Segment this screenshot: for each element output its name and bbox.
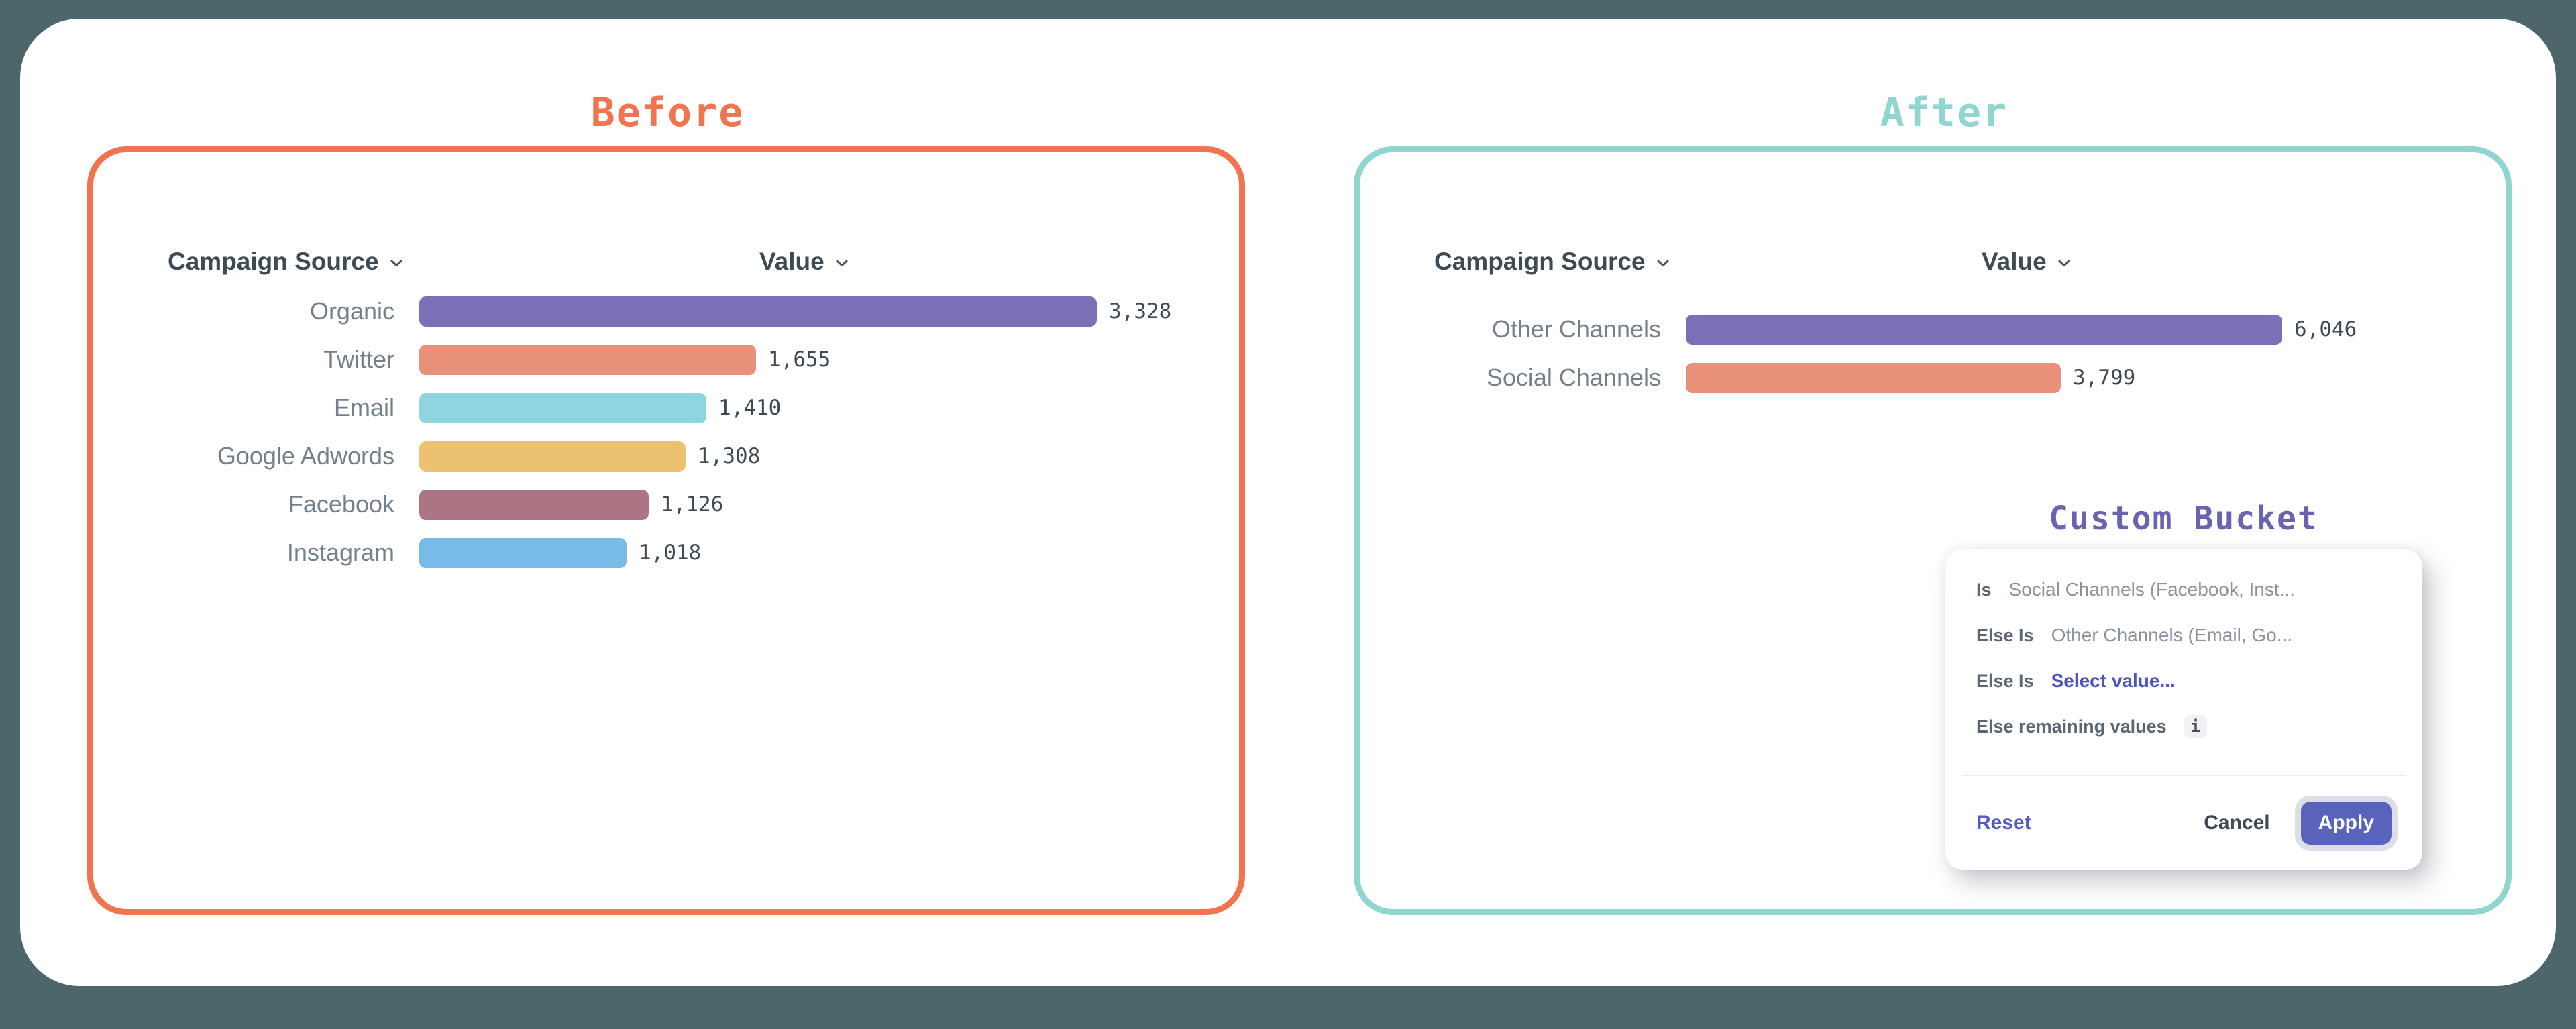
table-row: Facebook 1,126	[93, 480, 1239, 529]
value-bar	[419, 296, 1097, 327]
value-label: 1,126	[661, 492, 723, 517]
column-header-label: Value	[1982, 248, 2047, 276]
row-label: Google Adwords	[93, 442, 394, 470]
rule-keyword: Else Is	[1976, 671, 2034, 692]
row-label: Organic	[93, 297, 394, 325]
cancel-button[interactable]: Cancel	[2204, 812, 2269, 834]
before-title: Before	[591, 89, 745, 136]
table-row: Twitter 1,655	[93, 335, 1239, 384]
column-header-value[interactable]: Value	[759, 246, 851, 277]
value-label: 3,799	[2073, 366, 2135, 390]
rule-value[interactable]: Select value...	[2051, 670, 2176, 692]
row-label: Other Channels	[1360, 315, 1661, 343]
after-title: After	[1880, 89, 2008, 136]
dialog-footer: Reset Cancel Apply	[1962, 775, 2406, 870]
after-table-rows: Other Channels 6,046 Social Channels 3,799	[1360, 305, 2506, 402]
column-header-campaign-source[interactable]: Campaign Source	[168, 246, 406, 277]
reset-button[interactable]: Reset	[1976, 812, 2031, 834]
info-icon[interactable]: i	[2184, 715, 2207, 738]
value-label: 1,410	[718, 396, 781, 420]
value-bar	[419, 393, 706, 423]
bucket-rule-row: Else Is Select value...	[1976, 658, 2404, 704]
chevron-down-icon	[387, 254, 406, 272]
column-header-label: Campaign Source	[1434, 248, 1646, 276]
custom-bucket-dialog: Is Social Channels (Facebook, Inst... Else…	[1945, 549, 2422, 870]
chevron-down-icon	[2055, 254, 2074, 272]
row-label: Instagram	[93, 539, 394, 567]
column-header-campaign-source[interactable]: Campaign Source	[1434, 246, 1672, 277]
value-bar	[419, 490, 649, 520]
app-card: Before After Campaign Source Value Organ…	[20, 19, 2556, 986]
table-row: Google Adwords 1,308	[93, 432, 1239, 480]
custom-bucket-title: Custom Bucket	[2049, 500, 2318, 537]
chevron-down-icon	[1654, 254, 1672, 272]
value-label: 1,655	[768, 347, 830, 372]
canvas: { "colors": { "background": "#4C666C", "…	[0, 0, 2576, 1029]
row-label: Twitter	[93, 345, 394, 374]
value-label: 3,328	[1109, 299, 1171, 323]
before-table-rows: Organic 3,328 Twitter 1,655 Email 1,410 Google…	[93, 287, 1239, 577]
rule-keyword: Else remaining values	[1976, 716, 2167, 737]
table-row: Organic 3,328	[93, 287, 1239, 335]
row-label: Social Channels	[1360, 364, 1661, 392]
table-row: Social Channels 3,799	[1360, 354, 2506, 402]
table-row: Email 1,410	[93, 384, 1239, 432]
value-bar	[419, 538, 627, 568]
apply-button[interactable]: Apply	[2301, 802, 2392, 845]
value-bar	[419, 345, 756, 375]
value-bar	[419, 441, 686, 472]
value-label: 6,046	[2294, 317, 2357, 341]
chevron-down-icon	[833, 254, 851, 272]
row-label: Facebook	[93, 490, 394, 519]
value-label: 1,308	[698, 444, 760, 468]
value-bar	[1686, 315, 2282, 345]
table-row: Other Channels 6,046	[1360, 305, 2506, 354]
bucket-rules-list: Is Social Channels (Facebook, Inst... Else…	[1976, 567, 2404, 749]
bucket-rule-row: Is Social Channels (Facebook, Inst...	[1976, 567, 2404, 612]
table-row: Instagram 1,018	[93, 529, 1239, 577]
column-header-value[interactable]: Value	[1982, 246, 2074, 277]
rule-value[interactable]: Social Channels (Facebook, Inst...	[2009, 579, 2295, 600]
row-label: Email	[93, 394, 394, 422]
value-label: 1,018	[639, 541, 701, 565]
column-header-label: Value	[759, 248, 824, 276]
value-bar	[1686, 363, 2061, 393]
bucket-rule-row: Else Is Other Channels (Email, Go...	[1976, 612, 2404, 658]
bucket-rule-row: Else remaining values i	[1976, 704, 2404, 749]
column-header-label: Campaign Source	[168, 248, 379, 276]
rule-keyword: Else Is	[1976, 625, 2034, 646]
before-panel: Campaign Source Value Organic 3,328 Twitte…	[87, 146, 1245, 915]
rule-value[interactable]: Other Channels (Email, Go...	[2051, 625, 2292, 646]
rule-keyword: Is	[1976, 580, 1992, 600]
